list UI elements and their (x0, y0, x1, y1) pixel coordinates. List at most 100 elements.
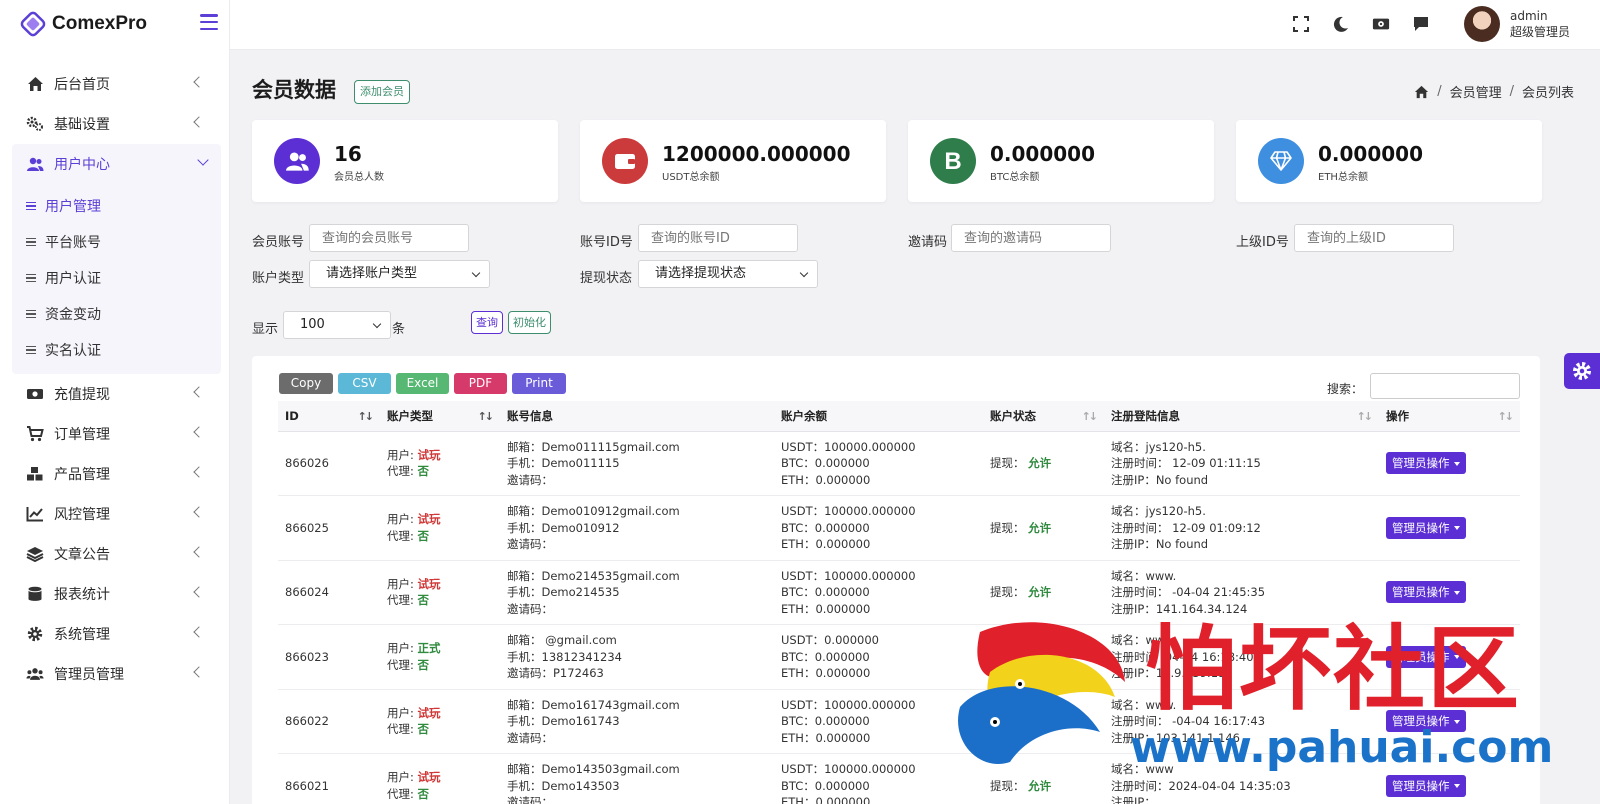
admin-actions-dropdown-button[interactable]: 管理员操作 (1386, 581, 1466, 604)
subitem-label: 资金变动 (45, 307, 101, 323)
cell-status: 提现： 允许 (983, 495, 1104, 561)
list-icon (26, 309, 36, 319)
sort-icon: ↑↓ (1356, 410, 1374, 423)
breadcrumb-item[interactable]: 会员管理 (1450, 82, 1502, 101)
sort-icon: ↑↓ (1497, 410, 1515, 423)
agent-value: 否 (417, 593, 430, 608)
cell-account-info: 邮箱：Demo161743gmail.com 手机：Demo161743 邀请码： (500, 689, 774, 754)
account-id-input[interactable] (638, 224, 798, 252)
cell-account-type: 用户: 试玩 代理: 否 (380, 689, 500, 754)
parent-id-label: 上级ID号 (1236, 235, 1289, 250)
database-icon (26, 585, 44, 603)
admin-actions-dropdown-button[interactable]: 管理员操作 (1386, 645, 1466, 668)
user-type-value: 试玩 (417, 576, 441, 591)
account-type-label: 账户类型 (252, 271, 305, 286)
copy-button[interactable]: Copy (279, 373, 333, 394)
user-name: admin (1509, 9, 1548, 23)
brand[interactable]: ComexPro (0, 0, 229, 48)
sidebar-item-label: 基础设置 (54, 117, 110, 133)
cell-account-info: 邮箱：Demo214535gmail.com 手机：Demo214535 邀请码： (500, 560, 774, 625)
diamond-icon (1258, 138, 1304, 184)
breadcrumb-separator: / (1437, 84, 1442, 99)
svg-text:B: B (944, 148, 961, 174)
cell-registration: 域名：www 注册时间：2024-04-04 14:35:03 注册IP： (1104, 753, 1379, 804)
sidebar-subitem-user-management[interactable]: 用户管理 (12, 188, 221, 224)
user-type-value: 试玩 (417, 512, 441, 527)
cell-balance: USDT：100000.000000 BTC：0.000000 ETH：0.0000… (774, 689, 983, 754)
cell-id: 866026 (278, 431, 380, 496)
subitem-label: 用户认证 (45, 271, 101, 287)
menu-toggle-icon[interactable] (200, 14, 218, 30)
invite-code-input[interactable] (951, 224, 1111, 252)
add-member-button[interactable]: 添加会员 (354, 80, 410, 104)
excel-button[interactable]: Excel (396, 373, 449, 394)
sidebar-item-user-center[interactable]: 用户中心 (12, 144, 221, 184)
sidebar-item-products[interactable]: 产品管理 (0, 454, 229, 494)
sidebar-item-admins[interactable]: 管理员管理 (0, 654, 229, 694)
cell-balance: USDT：100000.000000 BTC：0.000000 ETH：0.0000… (774, 431, 983, 496)
sidebar-item-label: 系统管理 (54, 627, 110, 643)
column-header-registration[interactable]: 注册登陆信息 ↑↓ (1104, 401, 1379, 432)
page-size-select[interactable]: 100 (283, 311, 391, 339)
withdraw-status-value: 允许 (1028, 714, 1052, 728)
csv-button[interactable]: CSV (338, 373, 391, 394)
admin-actions-dropdown-button[interactable]: 管理员操作 (1386, 710, 1466, 733)
sidebar-item-basic-settings[interactable]: 基础设置 (0, 104, 229, 144)
column-header-account-type[interactable]: 账户类型 ↑↓ (380, 401, 500, 432)
fullscreen-icon[interactable] (1292, 15, 1310, 33)
sidebar-subitem-real-name-auth[interactable]: 实名认证 (12, 332, 221, 368)
stat-label: USDT总余额 (662, 172, 720, 183)
sidebar-subitem-user-verification[interactable]: 用户认证 (12, 260, 221, 296)
table-search-input[interactable] (1370, 373, 1520, 399)
account-type-select[interactable]: 请选择账户类型 (309, 260, 490, 288)
pdf-button[interactable]: PDF (454, 373, 507, 394)
list-icon (26, 345, 36, 355)
home-icon[interactable] (1414, 85, 1429, 99)
settings-gear-icon[interactable] (1564, 353, 1600, 389)
cell-id: 866021 (278, 753, 380, 804)
user-type-value: 试玩 (417, 770, 441, 785)
cell-account-info: 邮箱：Demo011115gmail.com 手机：Demo011115 邀请码： (500, 431, 774, 496)
home-icon (26, 75, 44, 93)
column-header-id[interactable]: ID ↑↓ (278, 401, 380, 432)
sidebar-item-reports[interactable]: 报表统计 (0, 574, 229, 614)
sidebar-item-orders[interactable]: 订单管理 (0, 414, 229, 454)
chevron-left-icon (193, 666, 205, 678)
sidebar-item-dashboard[interactable]: 后台首页 (0, 64, 229, 104)
sidebar-item-label: 充值提现 (54, 387, 110, 403)
sidebar-subitem-platform-accounts[interactable]: 平台账号 (12, 224, 221, 260)
cell-id: 866023 (278, 624, 380, 690)
page-size-label: 显示 (252, 322, 279, 337)
column-header-actions[interactable]: 操作 ↑↓ (1379, 401, 1520, 432)
user-menu[interactable]: admin 超级管理员 (1463, 6, 1570, 42)
user-type-value: 试玩 (417, 705, 441, 720)
withdraw-status-value: 允许 (1028, 585, 1052, 599)
sidebar-item-system[interactable]: 系统管理 (0, 614, 229, 654)
column-header-status[interactable]: 账户状态 ↑↓ (983, 401, 1104, 432)
subitem-label: 用户管理 (45, 199, 101, 215)
dark-mode-moon-icon[interactable] (1332, 15, 1350, 33)
sidebar-item-articles[interactable]: 文章公告 (0, 534, 229, 574)
sidebar-item-deposit-withdraw[interactable]: 充值提现 (0, 374, 229, 414)
main-content: 会员数据 添加会员 / 会员管理 / 会员列表 16 会员总人数 1200000… (230, 50, 1600, 804)
sidebar-subitem-fund-changes[interactable]: 资金变动 (12, 296, 221, 332)
cell-balance: USDT：100000.000000 BTC：0.000000 ETH：0.0000… (774, 560, 983, 625)
parent-id-input[interactable] (1294, 224, 1454, 252)
table-header-row: ID ↑↓ 账户类型 ↑↓ 账号信息 账户余额 账户状态 ↑↓ 注册登陆信息 ↑↓ 操作… (278, 401, 1520, 432)
admin-actions-dropdown-button[interactable]: 管理员操作 (1386, 774, 1466, 797)
reset-button[interactable]: 初始化 (508, 311, 551, 334)
admin-actions-dropdown-button[interactable]: 管理员操作 (1386, 452, 1466, 475)
message-icon[interactable] (1412, 15, 1430, 33)
cell-id: 866024 (278, 560, 380, 625)
sidebar-item-risk-control[interactable]: 风控管理 (0, 494, 229, 534)
query-button[interactable]: 查询 (471, 311, 503, 334)
breadcrumb: / 会员管理 / 会员列表 (1414, 82, 1574, 101)
admin-actions-dropdown-button[interactable]: 管理员操作 (1386, 516, 1466, 539)
withdraw-status-value: 允许 (1028, 456, 1052, 470)
cell-registration: 域名：jys120-h5. 注册时间： 12-09 01:09:12 注册IP：No… (1104, 495, 1379, 561)
member-account-input[interactable] (309, 224, 469, 252)
print-button[interactable]: Print (512, 373, 566, 394)
currency-icon[interactable] (1372, 15, 1390, 33)
withdraw-status-select[interactable]: 请选择提现状态 (638, 260, 818, 288)
chevron-left-icon (193, 546, 205, 558)
